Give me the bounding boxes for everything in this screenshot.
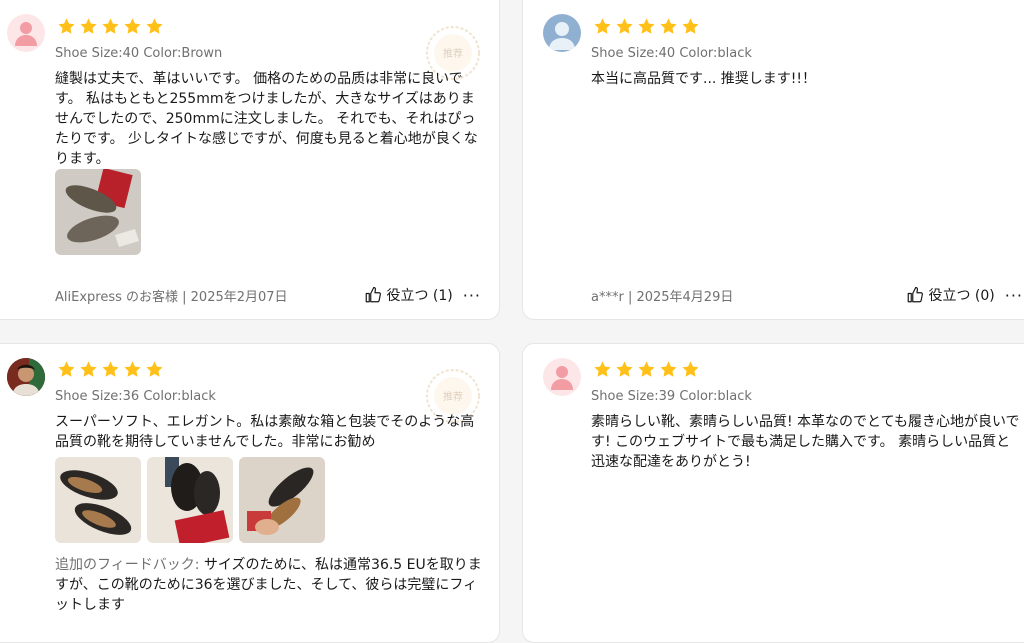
rating-stars <box>57 17 167 37</box>
helpful-label: 役立つ (1) <box>386 288 453 304</box>
review-text: 本当に高品質です... 推奨します!!！ <box>591 71 817 87</box>
review-text: 縫製は丈夫で、革はいいです。 価格のための品质は非常に良いです。 私はもともと2… <box>55 71 478 167</box>
star-icon <box>57 360 76 379</box>
star-icon <box>681 17 700 36</box>
review-text: スーパーソフト、エレガント。私は素敵な箱と包装でそのような高品質の靴を期待してい… <box>55 414 475 450</box>
star-icon <box>615 17 634 36</box>
review-photo-thumbnail[interactable] <box>55 457 141 543</box>
star-icon <box>659 360 678 379</box>
star-icon <box>681 360 700 379</box>
review-photo-thumbnail[interactable] <box>55 169 141 255</box>
review-card: Shoe Size:40 Color:black 本当に高品質です... 推奨し… <box>522 0 1024 320</box>
rating-stars <box>593 17 703 37</box>
sku-info: Shoe Size:36 Color:black <box>55 389 216 404</box>
star-icon <box>593 17 612 36</box>
review-card: 推荐 Shoe Size:36 Color:black スーパーソフト、エレガン… <box>0 343 500 643</box>
star-icon <box>615 360 634 379</box>
feedback-label: 追加のフィードバック: <box>55 557 200 573</box>
rating-stars <box>593 360 703 380</box>
svg-text:推荐: 推荐 <box>443 47 463 60</box>
star-icon <box>79 17 98 36</box>
star-icon <box>79 360 98 379</box>
star-icon <box>145 17 164 36</box>
review-card: Shoe Size:39 Color:black 素晴らしい靴、素晴らしい品質!… <box>522 343 1024 643</box>
star-icon <box>57 17 76 36</box>
review-meta: a***r | 2025年4月29日 <box>591 290 734 305</box>
sku-info: Shoe Size:40 Color:Brown <box>55 46 223 61</box>
review-photo-thumbnail[interactable] <box>239 457 325 543</box>
sku-info: Shoe Size:39 Color:black <box>591 389 752 404</box>
review-card: 推荐 Shoe Size:40 Color:Brown 縫製は丈夫で、革はいいで… <box>0 0 500 320</box>
additional-feedback: 追加のフィードバック: サイズのために、私は通常36.5 EUを取りますが、この… <box>55 555 487 615</box>
helpful-label: 役立つ (0) <box>928 288 995 304</box>
star-icon <box>123 17 142 36</box>
helpful-button[interactable]: 役立つ (0) ··· <box>906 285 1023 305</box>
avatar <box>7 14 45 52</box>
star-icon <box>145 360 164 379</box>
star-icon <box>637 17 656 36</box>
more-options-icon[interactable]: ··· <box>1005 286 1023 305</box>
avatar <box>543 14 581 52</box>
rating-stars <box>57 360 167 380</box>
helpful-button[interactable]: 役立つ (1) ··· <box>364 285 481 305</box>
review-images <box>55 457 331 543</box>
review-text: 素晴らしい靴、素晴らしい品質! 本革なのでとても履き心地が良いです! このウェブ… <box>591 414 1020 470</box>
star-icon <box>101 360 120 379</box>
star-icon <box>659 17 678 36</box>
review-images <box>55 169 147 255</box>
review-meta: AliExpress のお客様 | 2025年2月07日 <box>55 290 288 305</box>
avatar <box>7 358 45 396</box>
star-icon <box>123 360 142 379</box>
thumbs-up-icon <box>906 286 924 304</box>
thumbs-up-icon <box>364 286 382 304</box>
review-photo-thumbnail[interactable] <box>147 457 233 543</box>
avatar <box>543 358 581 396</box>
star-icon <box>593 360 612 379</box>
star-icon <box>101 17 120 36</box>
svg-text:推荐: 推荐 <box>443 390 463 403</box>
sku-info: Shoe Size:40 Color:black <box>591 46 752 61</box>
star-icon <box>637 360 656 379</box>
more-options-icon[interactable]: ··· <box>463 286 481 305</box>
